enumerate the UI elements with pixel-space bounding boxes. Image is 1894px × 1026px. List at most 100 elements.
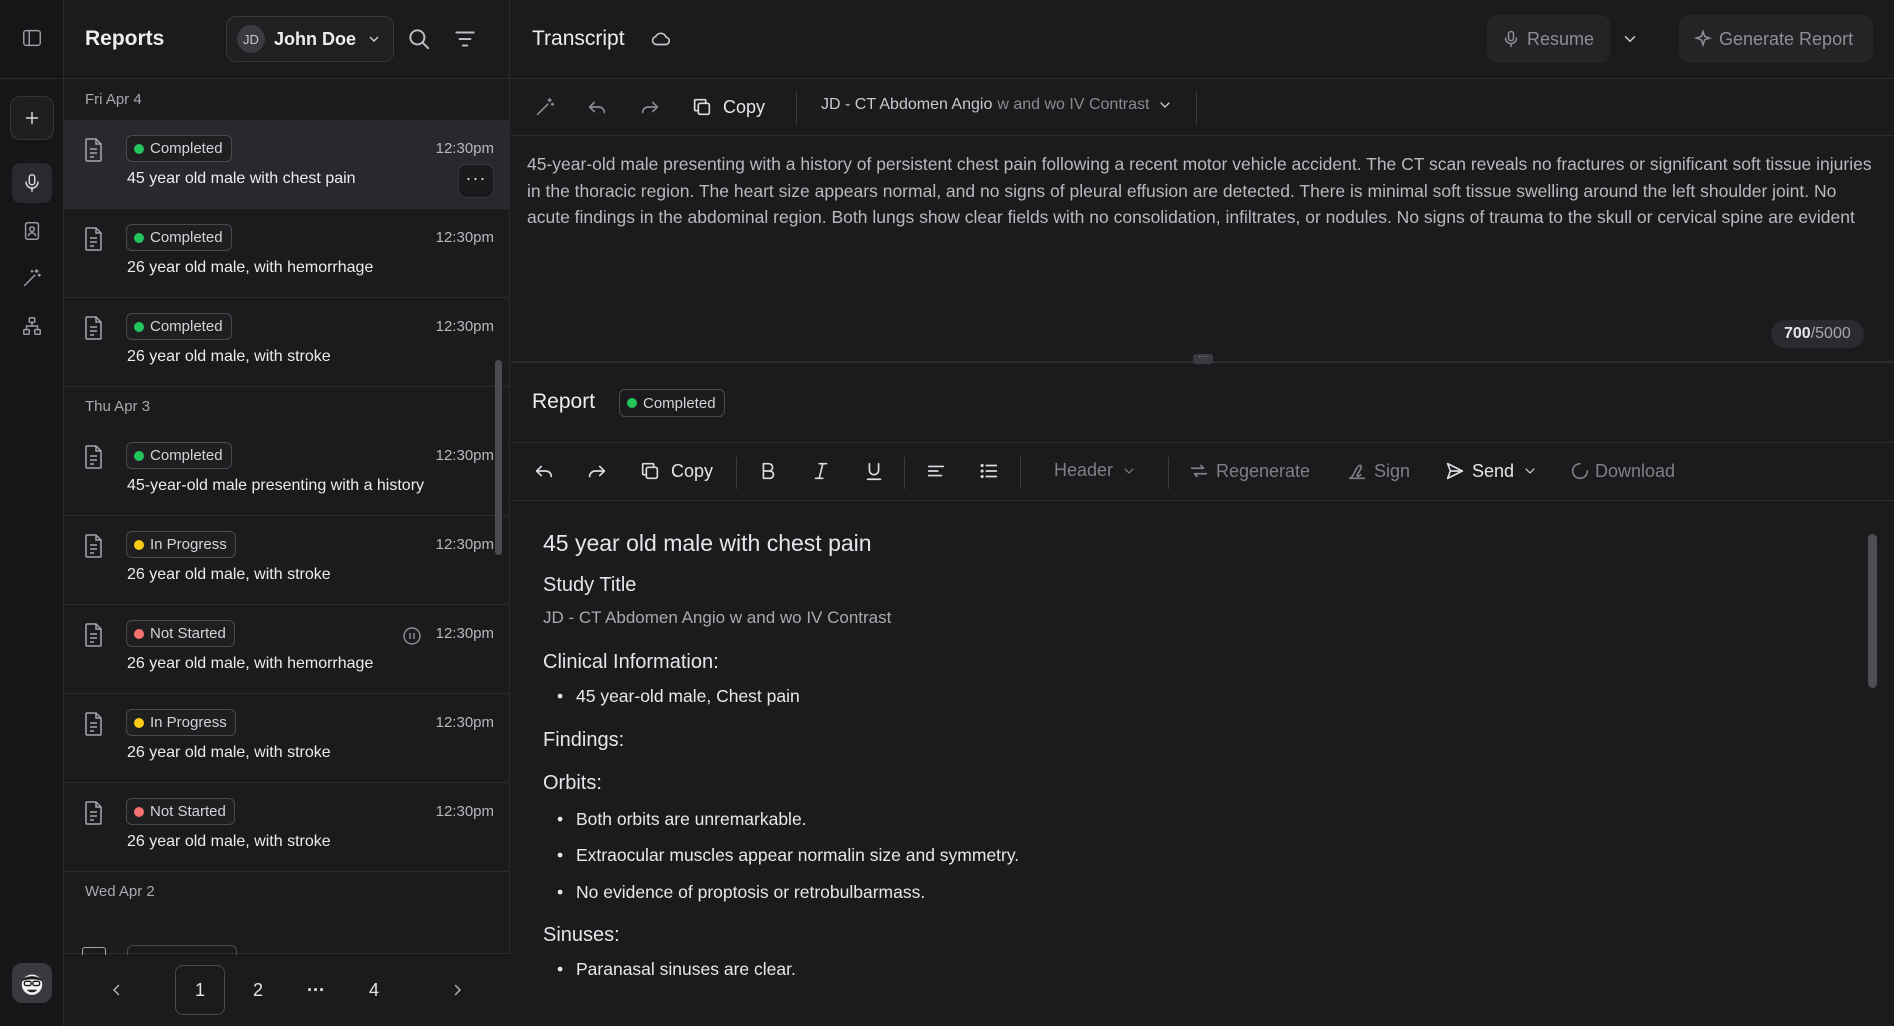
sign-button[interactable]: Sign — [1346, 460, 1410, 482]
date-group-label: Fri Apr 4 — [85, 91, 142, 108]
search-icon[interactable] — [406, 26, 432, 52]
report-list-item[interactable]: Not Started 12:30pm 26 year old male, with… — [64, 783, 510, 872]
filter-icon[interactable] — [452, 26, 478, 52]
redo-icon[interactable] — [639, 96, 661, 118]
findings-heading: Findings: — [543, 728, 625, 751]
header-select[interactable]: Header — [1054, 460, 1137, 481]
page-2-button[interactable]: 2 — [233, 965, 283, 1015]
reports-title: Reports — [85, 27, 165, 50]
orbits-heading: Orbits: — [543, 771, 602, 794]
new-report-button[interactable] — [10, 96, 54, 140]
report-list-item[interactable]: Completed 12:30pm 45 year old male with ch… — [64, 120, 510, 209]
document-icon — [85, 801, 102, 825]
bold-button[interactable] — [757, 460, 779, 482]
user-avatar[interactable] — [12, 963, 52, 1003]
report-undo-button[interactable] — [533, 460, 555, 482]
status-label: Completed — [150, 140, 223, 157]
more-options-button[interactable]: ··· — [458, 164, 494, 198]
report-scrollbar[interactable] — [1868, 534, 1877, 688]
page-1-button[interactable]: 1 — [175, 965, 225, 1015]
prev-page-button[interactable] — [92, 965, 142, 1015]
rail-orgchart-button[interactable] — [12, 306, 52, 346]
status-dot — [134, 450, 144, 461]
status-badge: In Progress — [126, 531, 236, 558]
report-list-item[interactable]: Completed 12:30pm 26 year old male, with s… — [64, 298, 510, 387]
status-badge: In Progress — [126, 709, 236, 736]
cloud-sync-icon — [651, 32, 671, 46]
status-badge: Completed — [126, 313, 232, 340]
sidebar-toggle-icon[interactable] — [12, 18, 52, 58]
status-badge: Not Started — [126, 620, 235, 647]
item-title: 26 year old male, with stroke — [127, 566, 331, 583]
toolbar-divider — [1168, 457, 1169, 489]
page-4-button[interactable]: 4 — [349, 965, 399, 1015]
reports-list-scrollbar[interactable] — [495, 360, 502, 555]
item-title: 26 year old male, with hemorrhage — [127, 259, 374, 276]
item-time: 12:30pm — [435, 536, 494, 553]
document-icon — [85, 316, 102, 340]
status-badge: Not Started — [126, 798, 235, 825]
document-icon — [85, 534, 102, 558]
download-button[interactable]: Download — [1569, 460, 1675, 482]
bold-icon — [762, 462, 775, 480]
chevron-down-icon — [1525, 468, 1535, 474]
item-time: 12:30pm — [435, 803, 494, 820]
undo-icon — [535, 465, 553, 478]
report-redo-button[interactable] — [586, 460, 608, 482]
item-time: 12:30pm — [435, 714, 494, 731]
header-select-label: Header — [1054, 460, 1114, 480]
report-copy-button[interactable]: Copy — [639, 460, 713, 482]
undo-icon[interactable] — [586, 96, 608, 118]
bullet-list-button[interactable] — [978, 460, 1000, 482]
status-label: Not Started — [150, 625, 226, 642]
report-list-item[interactable]: In Progress 12:30pm 26 year old male, with… — [64, 694, 510, 783]
send-button[interactable]: Send — [1444, 460, 1538, 482]
item-title: 26 year old male, with hemorrhage — [127, 655, 374, 672]
regenerate-button[interactable]: Regenerate — [1188, 460, 1310, 482]
report-list-item[interactable]: Not Started 12:30pm 26 year old male, with… — [64, 605, 510, 694]
next-page-button[interactable] — [432, 965, 482, 1015]
study-title-select[interactable]: JD - CT Abdomen Angio w and wo IV Contra… — [821, 96, 1173, 114]
resume-button[interactable]: Resume — [1487, 15, 1610, 63]
status-dot — [134, 806, 144, 817]
underline-button[interactable] — [863, 460, 885, 482]
transcript-title: Transcript — [532, 27, 625, 50]
report-list-item[interactable]: Completed 12:30pm 26 year old male, with h… — [64, 209, 510, 298]
microphone-icon — [1504, 30, 1518, 48]
list-item: Both orbits are unremarkable. — [543, 801, 1843, 838]
transcript-copy-button[interactable]: Copy — [723, 97, 765, 118]
resume-options-chevron-icon[interactable] — [1621, 30, 1639, 48]
transcript-text-area[interactable]: 45-year-old male presenting with a histo… — [527, 151, 1877, 231]
status-label: Completed — [150, 447, 223, 464]
signature-icon — [1348, 464, 1366, 480]
align-button[interactable] — [925, 460, 947, 482]
rail-magic-button[interactable] — [12, 258, 52, 298]
report-list-item[interactable]: Completed 12:30pm 45-year-old male present… — [64, 427, 510, 516]
rail-microphone-button[interactable] — [12, 163, 52, 203]
user-selector[interactable]: JD John Doe — [226, 16, 394, 62]
toolbar-divider — [1196, 92, 1197, 124]
report-list-item[interactable]: In Progress 12:30pm 26 year old male, with… — [64, 516, 510, 605]
document-icon — [85, 445, 102, 469]
main-area: Transcript Resume Generate Report Copy J… — [511, 0, 1894, 1026]
report-document[interactable]: 45 year old male with chest pain Study T… — [543, 530, 1843, 1002]
item-title: 26 year old male, with stroke — [127, 744, 331, 761]
chevron-down-icon — [1124, 467, 1134, 474]
status-label: Not Started — [150, 803, 226, 820]
rail-contacts-button[interactable] — [12, 211, 52, 251]
study-title-value: JD - CT Abdomen Angio w and wo IV Contra… — [543, 608, 892, 627]
generate-report-button[interactable]: Generate Report — [1679, 15, 1873, 63]
reports-panel: Reports JD John Doe Fri Apr 4 Completed 12… — [64, 0, 510, 1026]
italic-button[interactable] — [810, 460, 832, 482]
resume-label: Resume — [1527, 28, 1595, 49]
magic-wand-icon[interactable] — [534, 96, 556, 118]
item-time: 12:30pm — [435, 625, 494, 642]
report-status-badge: Completed — [619, 389, 725, 417]
rail-divider — [0, 78, 64, 79]
contact-card-icon — [24, 222, 40, 240]
reports-list[interactable]: Fri Apr 4 Completed 12:30pm 45 year old mal… — [64, 80, 510, 953]
document-icon — [85, 623, 102, 647]
copy-icon[interactable] — [691, 96, 713, 118]
copy-icon — [641, 462, 659, 480]
left-rail — [0, 0, 64, 1026]
